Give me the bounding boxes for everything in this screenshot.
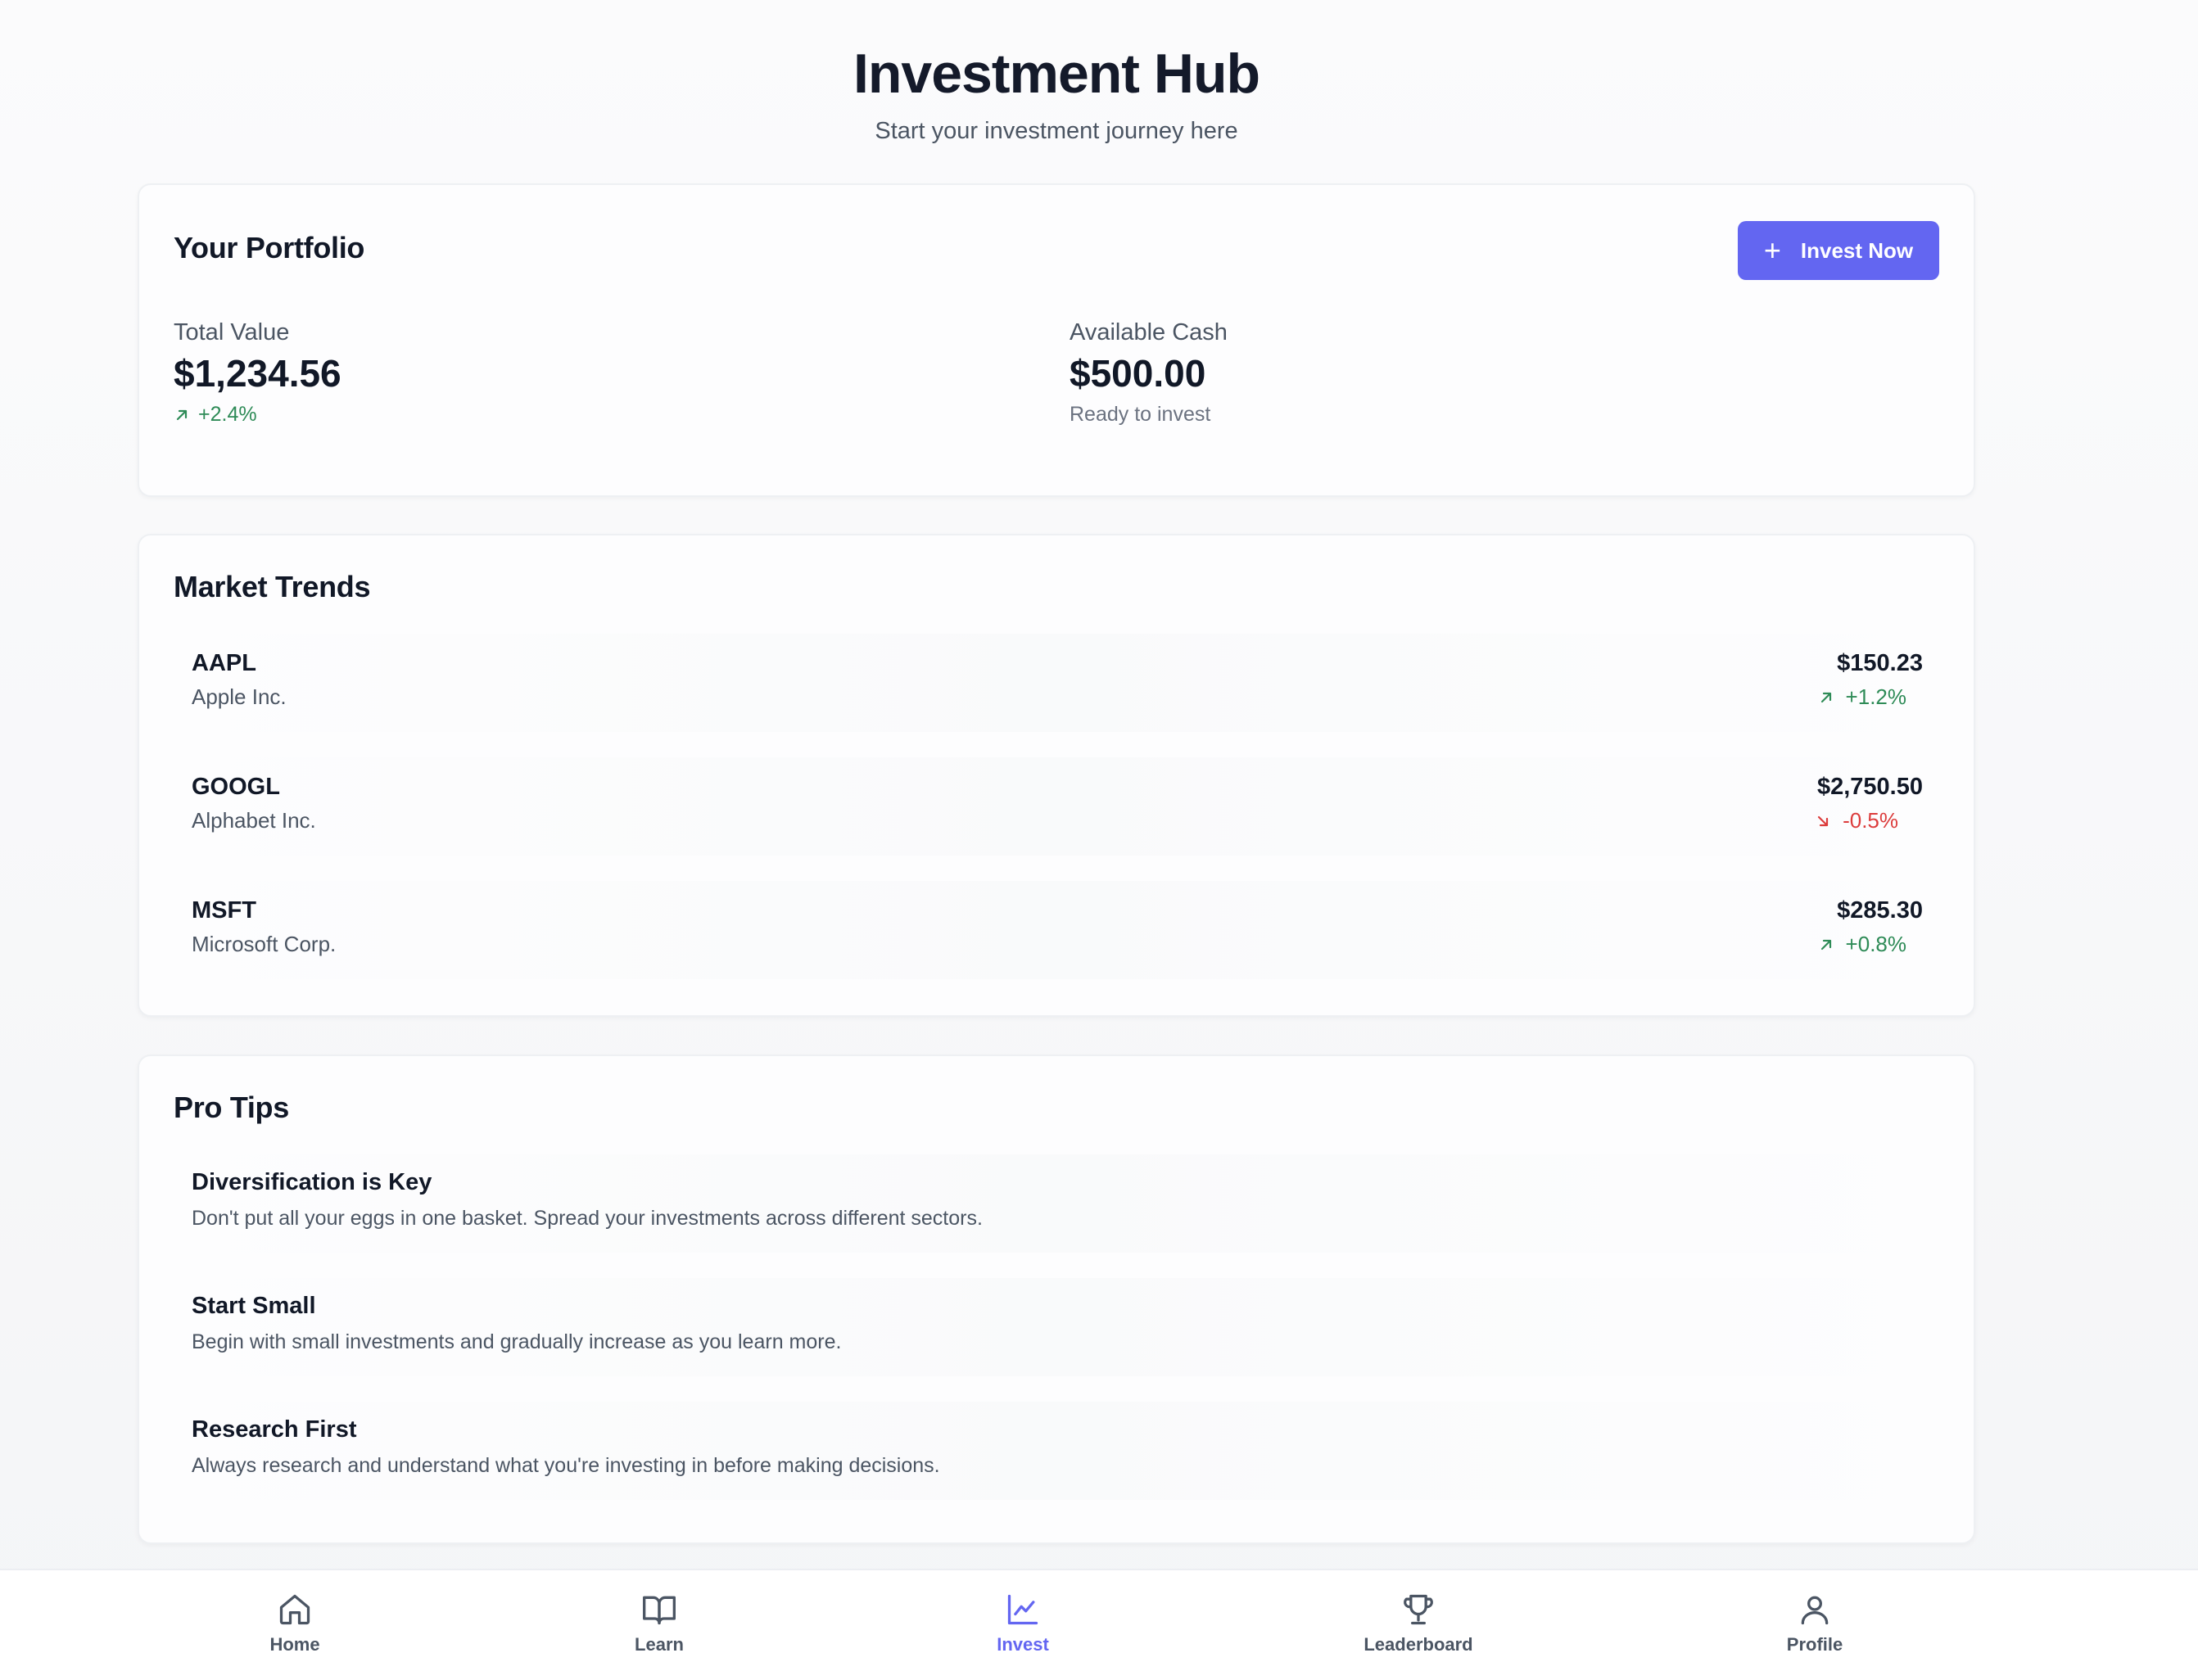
available-cash-stat: Available Cash $500.00 Ready to invest <box>1070 318 1228 427</box>
nav-label: Invest <box>997 1634 1049 1655</box>
stock-symbol: AAPL <box>192 650 256 676</box>
stock-name: Alphabet Inc. <box>192 808 316 833</box>
nav-item-home[interactable]: Home <box>213 1592 377 1655</box>
total-value-label: Total Value <box>174 319 290 345</box>
tip-title: Start Small <box>192 1293 316 1319</box>
tip-description: Begin with small investments and gradual… <box>192 1330 842 1353</box>
user-icon <box>1801 1596 1829 1625</box>
nav-label: Profile <box>1786 1634 1843 1655</box>
portfolio-title: Your Portfolio <box>174 231 365 264</box>
stock-row[interactable]: AAPL Apple Inc. $150.23 +1.2% <box>174 634 1941 732</box>
total-value-change: +2.4% <box>174 403 341 427</box>
stock-change-text: +1.2% <box>1845 684 1906 709</box>
pro-tips-card: Pro Tips Diversification is Key Don't pu… <box>138 1055 1975 1544</box>
page-header: Investment Hub Start your investment jou… <box>0 39 2113 146</box>
bottom-nav: Home Learn Invest Leaderboard Profile <box>0 1569 2198 1680</box>
stock-price: $150.23 <box>1837 650 1923 676</box>
available-cash-label: Available Cash <box>1070 319 1228 345</box>
market-trends-card: Market Trends AAPL Apple Inc. $150.23 +1… <box>138 534 1975 1017</box>
arrow-up-right-icon <box>176 409 188 420</box>
stock-name: Microsoft Corp. <box>192 932 337 956</box>
pro-tips-title: Pro Tips <box>174 1091 289 1124</box>
tip-description: Don't put all your eggs in one basket. S… <box>192 1207 983 1230</box>
stock-change: +0.8% <box>1818 932 1906 957</box>
tip-item: Research First Always research and under… <box>174 1402 1941 1500</box>
portfolio-card: Your Portfolio + Invest Now Total Value … <box>138 183 1975 497</box>
tip-item: Diversification is Key Don't put all you… <box>174 1154 1941 1253</box>
stock-change-text: -0.5% <box>1843 808 1898 833</box>
page-subtitle: Start your investment journey here <box>875 118 1238 144</box>
stock-change: -0.5% <box>1815 808 1898 833</box>
tip-item: Start Small Begin with small investments… <box>174 1278 1941 1376</box>
nav-item-learn[interactable]: Learn <box>577 1592 741 1655</box>
nav-label: Learn <box>635 1634 684 1655</box>
stock-symbol: GOOGL <box>192 774 280 800</box>
tip-title: Diversification is Key <box>192 1169 432 1195</box>
tip-description: Always research and understand what you'… <box>192 1454 940 1477</box>
nav-item-leaderboard[interactable]: Leaderboard <box>1336 1592 1500 1655</box>
total-value-amount: $1,234.56 <box>174 352 341 395</box>
stock-symbol: MSFT <box>192 897 256 924</box>
chart-icon <box>1007 1594 1038 1625</box>
available-cash-note: Ready to invest <box>1070 403 1211 426</box>
nav-item-profile[interactable]: Profile <box>1733 1592 1897 1655</box>
stock-name: Apple Inc. <box>192 684 287 709</box>
total-value-stat: Total Value $1,234.56 +2.4% <box>174 318 341 427</box>
stock-row[interactable]: MSFT Microsoft Corp. $285.30 +0.8% <box>174 881 1941 979</box>
stock-change-text: +0.8% <box>1845 932 1906 956</box>
arrow-up-right-icon <box>1820 939 1831 950</box>
page-title: Investment Hub <box>853 43 1260 105</box>
available-cash-amount: $500.00 <box>1070 352 1206 395</box>
market-trends-title: Market Trends <box>174 570 371 603</box>
tip-title: Research First <box>192 1416 357 1443</box>
book-icon <box>643 1596 676 1625</box>
nav-label: Home <box>269 1634 320 1655</box>
invest-now-label: Invest Now <box>1800 237 1914 263</box>
invest-now-button[interactable]: + Invest Now <box>1738 221 1939 280</box>
nav-item-invest[interactable]: Invest <box>941 1592 1105 1655</box>
total-value-change-text: +2.4% <box>198 403 257 426</box>
stock-row[interactable]: GOOGL Alphabet Inc. $2,750.50 -0.5% <box>174 757 1941 856</box>
arrow-up-right-icon <box>1820 692 1831 702</box>
stock-change: +1.2% <box>1818 684 1906 710</box>
plus-icon: + <box>1763 233 1781 267</box>
stock-price: $285.30 <box>1837 897 1923 924</box>
home-icon <box>279 1594 310 1625</box>
trophy-icon <box>1404 1594 1433 1625</box>
stock-price: $2,750.50 <box>1816 774 1923 800</box>
arrow-down-right-icon <box>1817 815 1829 826</box>
nav-label: Leaderboard <box>1364 1634 1473 1655</box>
